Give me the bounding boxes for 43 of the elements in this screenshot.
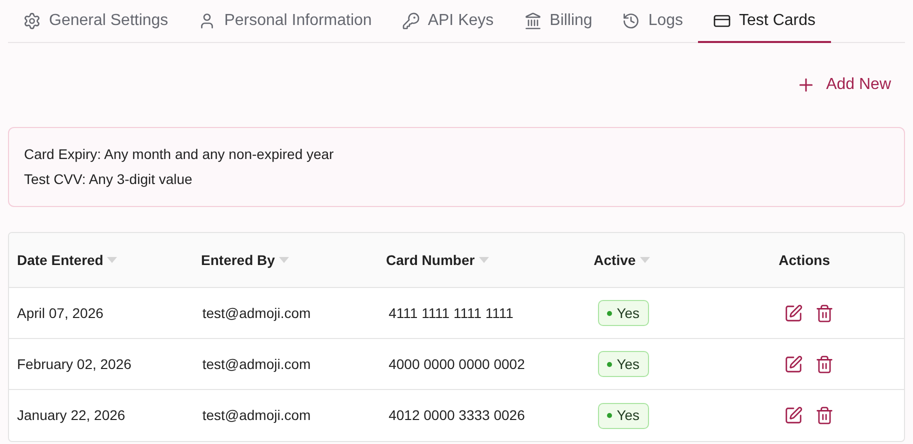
add-new-button[interactable]: Add New (796, 71, 891, 99)
delete-icon[interactable] (815, 304, 834, 322)
status-badge: Yes (598, 402, 649, 428)
settings-icon (23, 12, 41, 30)
status-badge: Yes (598, 300, 649, 326)
delete-icon[interactable] (815, 406, 834, 425)
table-cell: 4000 0000 0000 0002 (388, 356, 525, 372)
column-header[interactable]: Active (594, 250, 650, 270)
table-cell: test@admoji.com (202, 356, 311, 372)
tab[interactable]: Personal Information (183, 0, 387, 43)
bank-icon (524, 12, 542, 30)
tab[interactable]: Billing (508, 0, 608, 43)
sort-caret-icon (478, 257, 489, 263)
tab[interactable]: General Settings (8, 0, 184, 43)
column-header[interactable]: Actions (778, 250, 830, 270)
tab[interactable]: Logs (607, 0, 698, 43)
status-dot-icon (606, 413, 612, 418)
edit-icon[interactable] (784, 304, 803, 322)
history-icon (622, 12, 640, 30)
table-cell: test@admoji.com (202, 407, 311, 423)
table-cell: January 22, 2026 (17, 407, 126, 423)
status-badge: Yes (598, 351, 649, 377)
tab[interactable]: API Keys (386, 0, 509, 43)
table-cell: 4111 1111 1111 1111 (388, 304, 514, 320)
delete-icon[interactable] (815, 354, 834, 374)
tab[interactable]: Test Cards (698, 0, 830, 43)
key-icon (402, 12, 420, 30)
table-cell: February 02, 2026 (17, 356, 132, 372)
table-cell: test@admoji.com (202, 304, 311, 320)
sort-caret-icon (278, 257, 289, 263)
edit-icon[interactable] (784, 354, 803, 374)
status-dot-icon (606, 310, 612, 316)
info-text: Test CVV: Any 3-digit value (24, 170, 194, 189)
info-text: Card Expiry: Any month and any non-expired year (24, 145, 335, 164)
column-header[interactable]: Date Entered (17, 250, 118, 270)
sort-caret-icon (640, 257, 650, 263)
column-header[interactable]: Card Number (386, 250, 489, 270)
status-dot-icon (606, 362, 612, 366)
edit-icon[interactable] (784, 406, 803, 425)
table-cell: April 07, 2026 (17, 304, 104, 320)
sort-caret-icon (107, 257, 118, 263)
column-header[interactable]: Entered By (201, 250, 289, 270)
table-cell: 4012 0000 3333 0026 (388, 407, 525, 423)
